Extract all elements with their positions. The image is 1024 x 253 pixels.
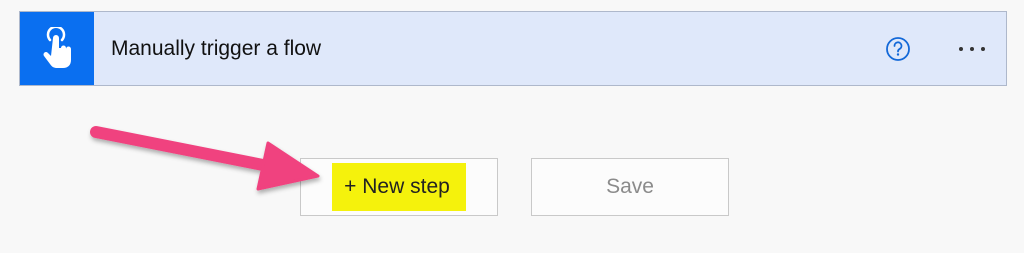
trigger-card[interactable]: Manually trigger a flow xyxy=(19,11,1007,86)
question-circle-icon[interactable] xyxy=(885,36,911,62)
new-step-button[interactable]: + New step xyxy=(300,158,498,216)
trigger-icon-tile xyxy=(20,12,94,85)
save-label: Save xyxy=(606,175,654,198)
save-button[interactable]: Save xyxy=(531,158,729,216)
ellipsis-icon[interactable] xyxy=(954,36,990,62)
flow-designer-canvas: Manually trigger a flow + New step Save xyxy=(0,0,1024,253)
new-step-label: + New step xyxy=(332,163,466,211)
trigger-title: Manually trigger a flow xyxy=(111,36,322,60)
touch-hand-icon xyxy=(43,26,71,68)
